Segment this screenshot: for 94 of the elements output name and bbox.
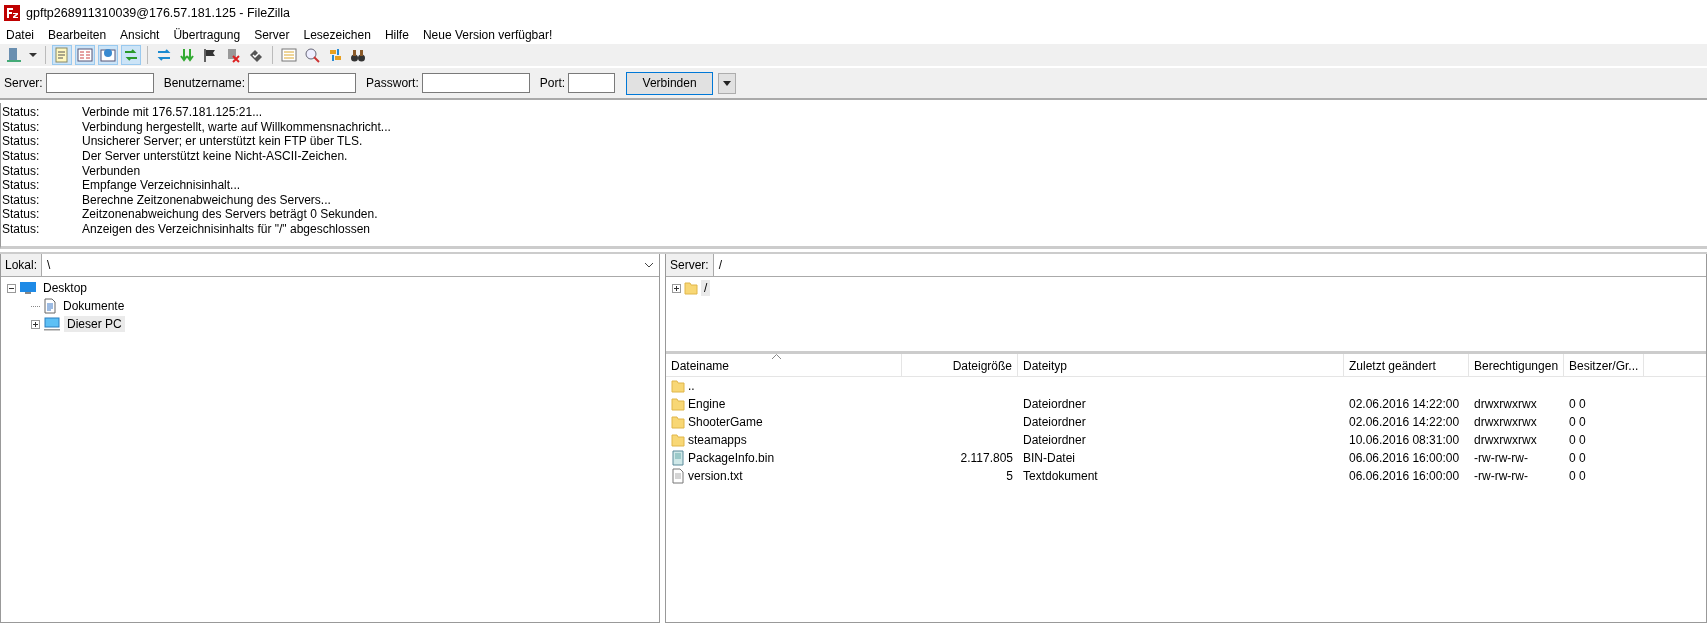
menu-item[interactable]: Server [254,28,290,42]
log-message: Verbindung hergestellt, warte auf Willkommensnachricht... [82,119,391,134]
text-field[interactable] [45,73,154,93]
column-header[interactable]: Zuletzt geändert [1344,354,1469,376]
file-name[interactable]: .. [688,379,695,393]
log-message: Der Server unterstützt keine Nicht-ASCII-Zeichen. [82,149,348,164]
field-label: Port: [539,76,566,90]
table-cell: BIN-Datei [1023,451,1075,465]
folder-icon [671,415,685,429]
log-type: Status: [1,207,41,222]
table-cell: -rw-rw-rw- [1474,469,1528,483]
table-cell: 02.06.2016 14:22:00 [1349,415,1460,429]
log-type: Status: [1,134,41,149]
table-cell: drwxrwxrwx [1474,397,1537,411]
table-cell: 2.117.805 [960,451,1013,465]
log-type: Status: [1,119,41,134]
menu-item[interactable]: Lesezeichen [303,28,371,42]
table-cell: 06.06.2016 16:00:00 [1349,451,1460,465]
log-type: Status: [1,163,41,178]
computer-icon [43,317,61,331]
folder-icon [671,397,685,411]
compare-icon[interactable] [302,45,322,65]
column-header[interactable]: Dateiname [666,354,902,376]
path-label: Server: [666,254,714,276]
file-name[interactable]: PackageInfo.bin [688,451,775,465]
monitor-icon [19,281,37,295]
table-cell: 5 [1006,469,1013,483]
column-header[interactable]: Dateityp [1018,354,1344,376]
log-message: Empfange Verzeichnisinhalt... [82,178,241,193]
table-cell: drwxrwxrwx [1474,433,1537,447]
file-name[interactable]: version.txt [688,469,743,483]
log-type: Status: [1,192,41,207]
text-file-icon [671,468,685,484]
tree-item[interactable]: Desktop [40,280,91,296]
log-message: Unsicherer Server; er unterstützt kein FTP über TLS. [82,134,363,149]
menu-item[interactable]: Neue Version verfügbar! [422,28,553,42]
tree-item[interactable]: / [701,280,711,296]
collapse-toggle[interactable] [7,283,16,293]
column-header[interactable]: Dateigröße [902,354,1018,376]
connect-button[interactable]: Verbinden [626,71,714,95]
table-cell: Dateiordner [1023,433,1086,447]
table-cell: 0 0 [1569,397,1586,411]
table-cell: 0 0 [1569,451,1586,465]
text-field[interactable] [421,73,530,93]
tree-item[interactable]: Dokumente [60,298,128,314]
table-cell: 0 0 [1569,433,1586,447]
menu-item[interactable]: Bearbeiten [48,28,107,42]
caret-icon [723,80,732,86]
log-type: Status: [1,178,41,193]
column-header[interactable]: Besitzer/Gr... [1564,354,1644,376]
log-message: Anzeigen des Verzeichnisinhalts für "/" abgeschlossen [82,222,371,237]
log-type: Status: [1,149,41,164]
tree-item[interactable]: Dieser PC [64,316,125,332]
log-message: Verbunden [82,163,141,178]
table-cell: Textdokument [1023,469,1098,483]
menu-item[interactable]: Ansicht [120,28,160,42]
column-header[interactable]: Berechtigungen [1469,354,1564,376]
field-label: Benutzername: [163,76,246,90]
table-cell: 0 0 [1569,469,1586,483]
file-name[interactable]: Engine [688,397,726,411]
folder-icon [671,379,685,393]
folder-icon [671,433,685,447]
text-field[interactable] [568,73,616,93]
log-type: Status: [1,105,41,120]
expand-toggle[interactable] [31,319,40,329]
table-cell: 02.06.2016 14:22:00 [1349,397,1460,411]
log-message: Verbinde mit 176.57.181.125:21... [82,105,263,120]
expand-toggle[interactable] [672,283,681,293]
file-name[interactable]: steamapps [688,433,747,447]
file-icon [671,450,685,466]
folder-icon [684,281,698,295]
table-cell: 06.06.2016 16:00:00 [1349,469,1460,483]
menu-item[interactable]: Übertragung [173,28,241,42]
document-icon [43,298,57,314]
text-field[interactable] [248,73,357,93]
file-name[interactable]: ShooterGame [688,415,763,429]
table-cell: 10.06.2016 08:31:00 [1349,433,1460,447]
window-title: gpftp268911310039@176.57.181.125 - FileZilla [26,6,291,20]
table-cell: Dateiordner [1023,415,1086,429]
menu-item[interactable]: Hilfe [384,28,409,42]
table-cell: -rw-rw-rw- [1474,451,1528,465]
table-cell: drwxrwxrwx [1474,415,1537,429]
menu-item[interactable]: Datei [6,28,34,42]
log-message: Berechne Zeitzonenabweichung des Servers... [82,192,331,207]
table-cell: Dateiordner [1023,397,1086,411]
field-label: Server: [4,76,43,90]
log-message: Zeitzonenabweichung des Servers beträgt 0 Sekunden. [82,207,378,222]
table-cell: 0 0 [1569,415,1586,429]
app-logo-icon [4,5,20,21]
field-label: Passwort: [366,76,419,90]
chevron-icon[interactable] [644,262,654,268]
log-type: Status: [1,222,41,237]
dropdown-button[interactable] [718,72,737,94]
path-label: Lokal: [1,254,43,276]
